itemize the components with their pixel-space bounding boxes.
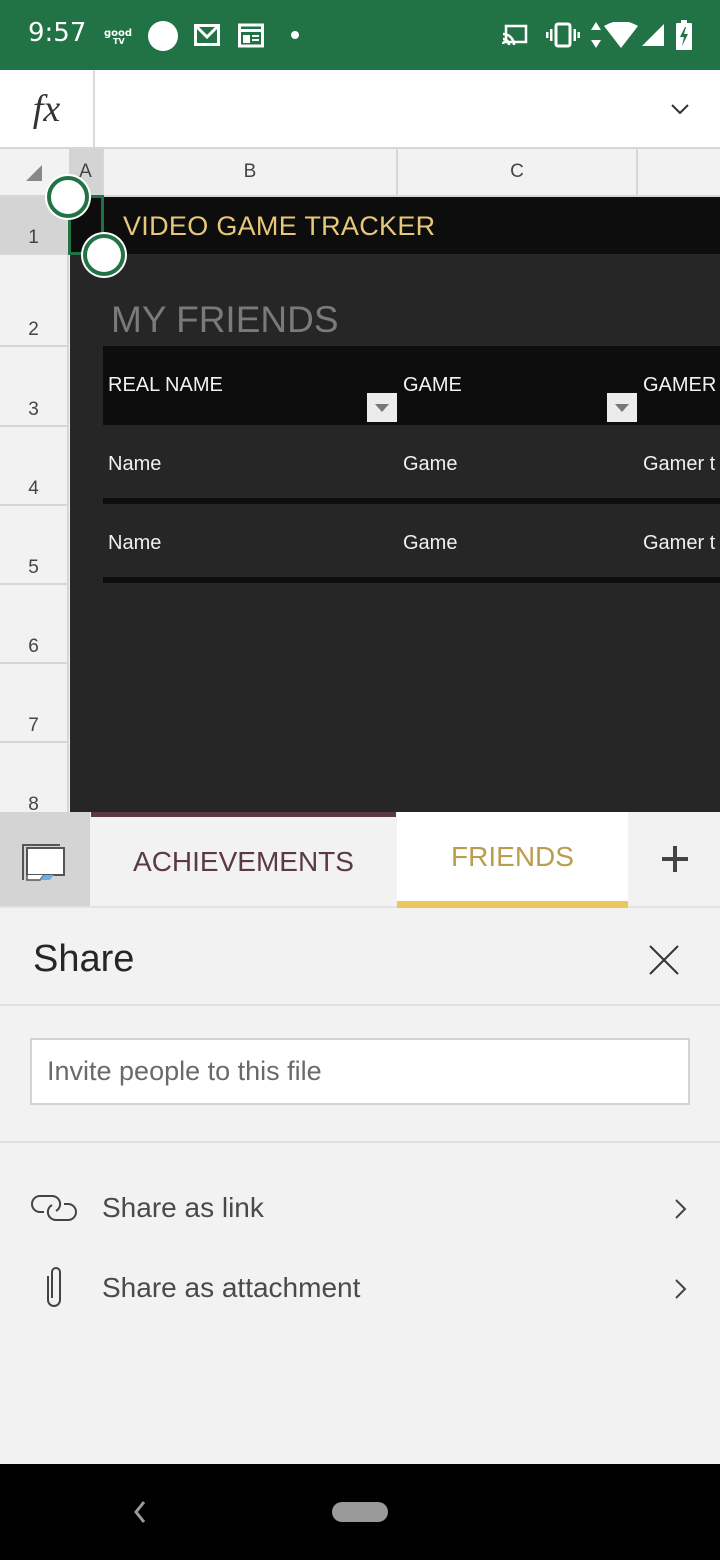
row-header-7[interactable]: 7 xyxy=(0,664,67,743)
chevron-down-icon[interactable] xyxy=(660,92,700,126)
cell-game[interactable]: Game xyxy=(403,453,457,476)
share-as-link-label: Share as link xyxy=(102,1192,264,1223)
sheet-grid[interactable]: VIDEO GAME TRACKER MY FRIENDS REAL NAME … xyxy=(70,197,720,812)
column-header: A B C xyxy=(0,149,720,197)
table-header-real-name: REAL NAME xyxy=(108,374,223,396)
share-title: Share xyxy=(33,938,135,980)
formula-input[interactable] xyxy=(97,70,657,147)
row-header-8[interactable]: 8 xyxy=(0,743,67,812)
column-header-c[interactable]: C xyxy=(398,149,638,195)
filter-dropdown-game[interactable] xyxy=(607,393,637,422)
filter-dropdown-real-name[interactable] xyxy=(367,393,397,422)
selection-handle-start[interactable] xyxy=(47,176,89,218)
table-header-gamer: GAMER xyxy=(643,374,717,396)
svg-text:TV: TV xyxy=(113,37,125,44)
table-row[interactable]: Name Game Gamer t xyxy=(103,504,720,583)
chevron-right-icon xyxy=(675,1199,687,1219)
share-as-link-option[interactable]: Share as link xyxy=(0,1174,720,1244)
signal-icon xyxy=(642,24,664,46)
link-icon xyxy=(31,1194,77,1222)
tab-achievements[interactable]: ACHIEVEMENTS xyxy=(91,812,396,906)
table-header-game: GAME xyxy=(403,374,462,396)
divider xyxy=(0,1004,720,1006)
plus-icon xyxy=(662,846,688,872)
gmail-icon xyxy=(194,24,220,46)
cell-gamer[interactable]: Gamer t xyxy=(643,453,715,476)
cell-gamer[interactable]: Gamer t xyxy=(643,532,715,555)
status-bar: 9:57 good TV xyxy=(0,0,720,70)
sheets-icon xyxy=(22,844,65,881)
fx-button[interactable]: fx xyxy=(0,70,95,147)
cell-game[interactable]: Game xyxy=(403,532,457,555)
sheet-tab-bar: ACHIEVEMENTS FRIENDS xyxy=(0,812,720,908)
select-all-button[interactable] xyxy=(26,165,42,181)
share-as-attachment-label: Share as attachment xyxy=(102,1272,361,1303)
title-band: VIDEO GAME TRACKER xyxy=(70,197,720,254)
wifi-icon xyxy=(604,22,638,48)
close-icon[interactable] xyxy=(640,936,688,984)
good-tv-icon: good TV xyxy=(104,28,132,44)
dot-icon xyxy=(291,31,299,39)
battery-charging-icon xyxy=(676,20,692,50)
sheets-list-button[interactable] xyxy=(0,812,90,906)
back-icon[interactable] xyxy=(120,1492,160,1532)
calendar-icon xyxy=(238,23,264,48)
cell-real-name[interactable]: Name xyxy=(108,453,161,476)
chevron-right-icon xyxy=(675,1279,687,1299)
tab-friends[interactable]: FRIENDS xyxy=(397,812,628,908)
formula-bar: fx xyxy=(0,70,720,149)
share-panel: Share Share as link Share as attachment xyxy=(0,908,720,1464)
share-as-attachment-option[interactable]: Share as attachment xyxy=(0,1254,720,1324)
cell-real-name[interactable]: Name xyxy=(108,532,161,555)
section-heading: MY FRIENDS xyxy=(111,299,339,340)
vibrate-icon xyxy=(546,22,580,48)
selection-handle-end[interactable] xyxy=(83,234,125,276)
add-sheet-button[interactable] xyxy=(630,812,720,906)
row-header-3[interactable]: 3 xyxy=(0,347,67,427)
table-header-row: REAL NAME GAME GAMER xyxy=(103,346,720,425)
navigation-bar xyxy=(0,1464,720,1560)
paperclip-icon xyxy=(47,1267,61,1307)
circle-notification-icon xyxy=(148,21,178,51)
row-header-4[interactable]: 4 xyxy=(0,427,67,506)
column-header-b[interactable]: B xyxy=(104,149,398,195)
row-header-2[interactable]: 2 xyxy=(0,255,67,347)
home-pill-icon[interactable] xyxy=(332,1502,388,1522)
row-header: 1 2 3 4 5 6 7 8 xyxy=(0,197,69,812)
row-header-6[interactable]: 6 xyxy=(0,585,67,664)
table-row[interactable]: Name Game Gamer t xyxy=(103,425,720,504)
sheet-title: VIDEO GAME TRACKER xyxy=(123,211,436,241)
data-arrows-icon xyxy=(591,22,601,48)
row-header-5[interactable]: 5 xyxy=(0,506,67,585)
divider xyxy=(0,1141,720,1143)
status-time: 9:57 xyxy=(28,18,87,48)
cast-icon xyxy=(502,24,528,46)
invite-people-input[interactable] xyxy=(30,1038,690,1105)
